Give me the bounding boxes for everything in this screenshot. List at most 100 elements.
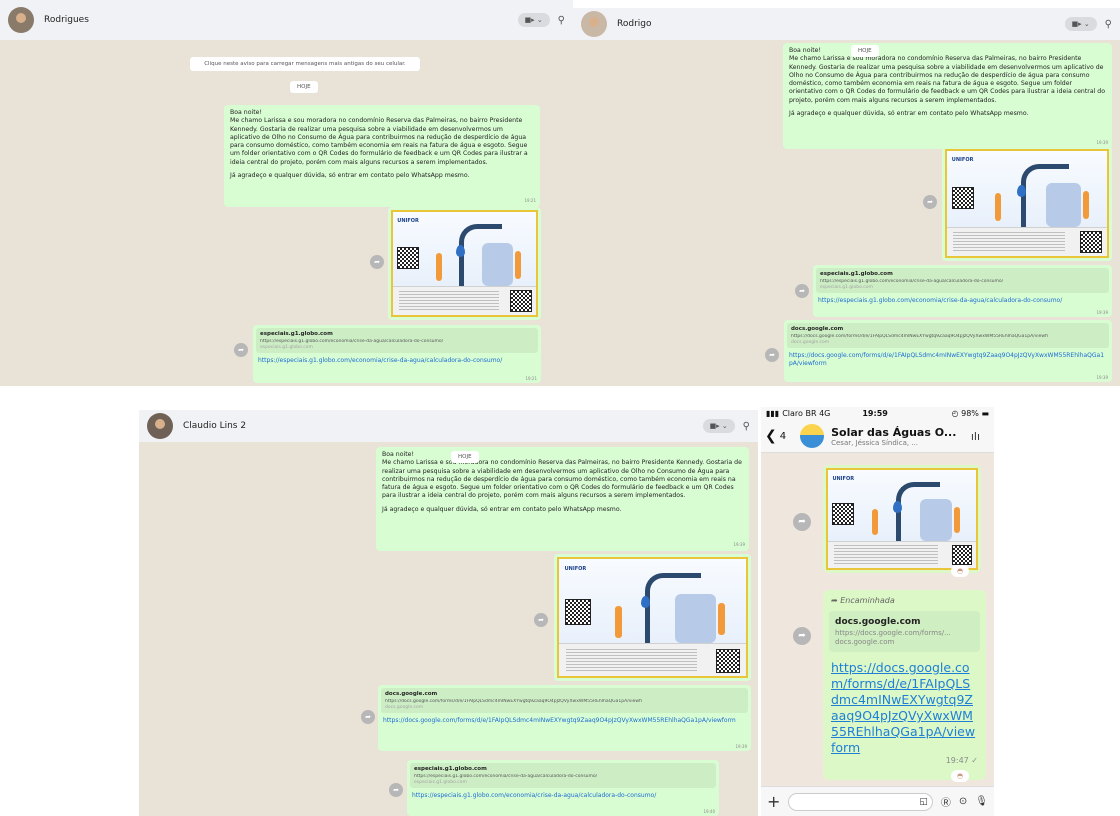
link-preview-url: https://docs.google.com/forms/... [835,629,951,637]
link-message[interactable]: especiais.g1.globo.com https://especiais… [253,325,541,383]
link-message[interactable]: docs.google.com https://docs.google.com/… [378,685,751,751]
message-link[interactable]: https://docs.google.com/forms/d/e/1FAIpQ… [381,717,748,727]
message-bubble[interactable]: Boa noite! Me chamo Larissa e sou morado… [376,447,749,551]
reaction-badge[interactable]: ◓ [951,770,969,782]
carrier-label: Claro BR 4G [782,409,831,418]
link-preview-domain: especiais.g1.globo.com [260,345,313,350]
person-illustration [717,603,725,636]
chat-header: Rodrigo ■▸ ⌄ ⚲ [573,8,1120,40]
link-preview-url: https://especiais.g1.globo.com/economia/… [820,279,1004,284]
avatar[interactable] [8,7,34,33]
audio-wave-icon[interactable]: ılı [971,430,980,443]
message-link[interactable]: https://docs.google.com/forms/d/e/1FAIpQ… [823,654,986,756]
link-preview-domain: especiais.g1.globo.com [414,780,467,785]
forwarded-text: Encaminhada [840,596,895,605]
forward-icon[interactable]: ➦ [370,255,384,269]
message-input[interactable]: ◱ [788,792,933,811]
qr-code [564,598,591,625]
search-icon[interactable]: ⚲ [558,15,565,26]
link-message[interactable]: docs.google.com https://docs.google.com/… [784,320,1112,382]
unifor-logo: UNIFOR [397,218,419,225]
forward-icon[interactable]: ➦ [793,513,811,531]
link-preview-card[interactable]: especiais.g1.globo.com https://especiais… [256,328,538,353]
contact-name[interactable]: Claudio Lins 2 [183,421,246,431]
search-icon[interactable]: ⚲ [743,421,750,432]
reaction-badge[interactable]: ◓ [951,565,969,577]
search-icon[interactable]: ⚲ [1105,19,1112,30]
sent-check-icon: ✓ [971,756,978,765]
forward-icon[interactable]: ➦ [389,783,403,797]
message-bubble[interactable]: Boa noite! Me chamo Larissa e sou morado… [783,43,1112,149]
folder-image: UNIFOR [826,468,978,570]
group-avatar[interactable] [800,424,825,448]
link-message[interactable]: especiais.g1.globo.com https://especiais… [407,760,719,816]
payment-icon[interactable]: Ⓡ [941,794,951,809]
phone-screenshot: ▮▮▮ Claro BR 4G 19:59 ◴ 98% ▬ ❮ 4 Solar … [761,407,994,816]
qr-code [951,545,972,566]
qr-code [1080,230,1103,253]
link-preview-card[interactable]: docs.google.com https://docs.google.com/… [829,611,980,652]
forward-icon[interactable]: ➦ [361,710,375,724]
person-illustration [872,509,879,536]
message-link[interactable]: https://docs.google.com/forms/d/e/1FAIpQ… [787,352,1109,370]
attach-plus-icon[interactable]: + [767,792,780,811]
image-message[interactable]: UNIFOR [388,207,541,320]
date-divider: HOJE [290,81,318,93]
forward-icon[interactable]: ➦ [534,613,548,627]
forward-icon[interactable]: ➦ [795,284,809,298]
person-illustration [514,251,521,280]
link-preview-title: docs.google.com [835,617,921,627]
date-divider: HOJE [451,451,479,463]
person-illustration [615,605,623,638]
message-closing: Já agradeço e qualquer dúvida, só entrar… [382,505,622,513]
camera-icon[interactable]: ⊙ [959,796,967,807]
link-preview-card[interactable]: docs.google.com https://docs.google.com/… [381,688,748,713]
back-icon[interactable]: ❮ [765,428,777,444]
forward-icon[interactable]: ➦ [765,348,779,362]
message-bubble[interactable]: Boa noite! Me chamo Larissa e sou morado… [224,105,540,207]
battery-indicator: ◴ 98% ▬ [952,409,989,418]
sticker-icon[interactable]: ◱ [919,797,928,807]
avatar[interactable] [581,11,607,37]
message-link[interactable]: https://especiais.g1.globo.com/economia/… [256,357,538,366]
image-message[interactable]: UNIFOR [823,465,981,573]
date-divider: HOJE [851,45,879,57]
load-older-messages-notice[interactable]: Clique neste aviso para carregar mensage… [190,57,420,71]
folder-image: UNIFOR [945,149,1109,258]
link-preview-card[interactable]: docs.google.com https://docs.google.com/… [787,323,1109,348]
link-preview-url: https://docs.google.com/forms/d/e/1FAIpQ… [385,699,642,704]
link-message[interactable]: ➦ Encaminhada docs.google.com https://do… [823,590,986,780]
forward-icon[interactable]: ➦ [234,343,248,357]
microphone-icon[interactable]: 🎙 [975,796,988,807]
link-preview-url: https://especiais.g1.globo.com/economia/… [414,774,598,779]
contact-name[interactable]: Rodrigo [617,19,652,29]
link-preview-domain: especiais.g1.globo.com [820,285,873,290]
unread-count[interactable]: 4 [780,431,786,442]
link-message[interactable]: especiais.g1.globo.com https://especiais… [813,265,1112,317]
video-call-icon[interactable]: ■▸ ⌄ [1064,17,1097,31]
link-preview-card[interactable]: especiais.g1.globo.com https://especiais… [410,763,716,788]
contact-name[interactable]: Rodrigues [44,15,89,25]
forward-icon[interactable]: ➦ [923,195,937,209]
folder-image: UNIFOR [557,557,748,678]
chat-header: Rodrigues ■▸ ⌄ ⚲ [0,0,573,40]
avatar[interactable] [147,413,173,439]
image-message[interactable]: UNIFOR [554,554,751,681]
image-message[interactable]: UNIFOR [942,146,1112,261]
message-body: Me chamo Larissa e sou moradora no condo… [789,55,1106,104]
link-preview-title: docs.google.com [385,691,438,697]
forward-icon[interactable]: ➦ [793,627,811,645]
video-call-icon[interactable]: ■▸ ⌄ [702,419,735,433]
message-time-value: 19:47 [945,756,969,765]
message-link[interactable]: https://especiais.g1.globo.com/economia/… [816,297,1109,306]
link-preview-domain: docs.google.com [385,705,424,710]
message-time: 19:39 [733,541,745,547]
link-preview-title: especiais.g1.globo.com [414,766,487,772]
link-preview-card[interactable]: especiais.g1.globo.com https://especiais… [816,268,1109,293]
message-closing: Já agradeço e qualquer dúvida, só entrar… [789,110,1029,118]
qr-code [397,247,420,270]
group-name[interactable]: Solar das Águas O... [831,426,956,439]
message-link[interactable]: https://especiais.g1.globo.com/economia/… [410,792,716,801]
chat-panel-claudio: Claudio Lins 2 ■▸ ⌄ ⚲ Boa noite! Me cham… [139,410,758,816]
video-call-icon[interactable]: ■▸ ⌄ [517,13,550,27]
